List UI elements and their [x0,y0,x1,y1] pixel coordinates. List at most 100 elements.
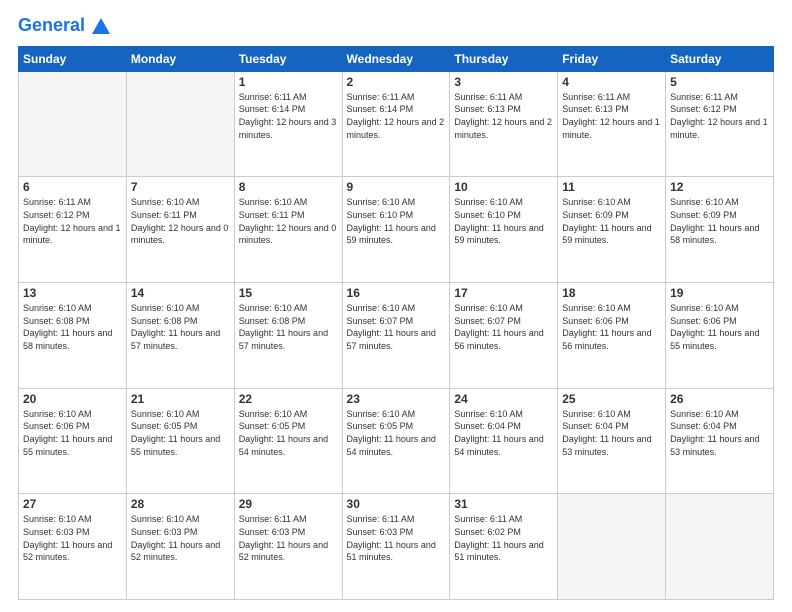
calendar-cell: 19 Sunrise: 6:10 AMSunset: 6:06 PMDayligh… [666,283,774,389]
day-number: 1 [239,75,338,89]
daylight-text: Daylight: 11 hours and 51 minutes. [347,540,436,563]
sunset-text: Sunset: 6:08 PM [239,316,306,326]
daylight-text: Daylight: 12 hours and 3 minutes. [239,117,337,140]
day-info: Sunrise: 6:11 AMSunset: 6:12 PMDaylight:… [670,91,769,141]
day-number: 8 [239,180,338,194]
day-info: Sunrise: 6:10 AMSunset: 6:06 PMDaylight:… [23,408,122,458]
sunrise-text: Sunrise: 6:11 AM [347,514,415,524]
day-number: 31 [454,497,553,511]
calendar-week-5: 27Sunrise: 6:10 AMSunset: 6:03 PMDayligh… [19,494,774,600]
page: General SundayMondayTuesdayWednesdayThur… [0,0,792,612]
sunrise-text: Sunrise: 6:10 AM [454,409,523,419]
calendar-cell: 6Sunrise: 6:11 AMSunset: 6:12 PMDaylight… [19,177,127,283]
sunset-text: Sunset: 6:04 PM [454,421,521,431]
daylight-text: Daylight: 11 hours and 55 minutes. [670,328,759,351]
col-header-tuesday: Tuesday [234,46,342,71]
sunset-text: Sunset: 6:03 PM [131,527,198,537]
day-number: 7 [131,180,230,194]
sunset-text: Sunset: 6:04 PM [670,421,737,431]
calendar-cell: 29 Sunrise: 6:11 AMSunset: 6:03 PMDayligh… [234,494,342,600]
calendar-cell: 15Sunrise: 6:10 AMSunset: 6:08 PMDayligh… [234,283,342,389]
daylight-text: Daylight: 11 hours and 59 minutes. [562,223,651,246]
daylight-text: Daylight: 11 hours and 57 minutes. [347,328,436,351]
day-number: 5 [670,75,769,89]
daylight-text: Daylight: 11 hours and 56 minutes. [454,328,543,351]
day-info: Sunrise: 6:10 AMSunset: 6:04 PMDaylight:… [562,408,661,458]
day-number: 10 [454,180,553,194]
calendar-cell: 20Sunrise: 6:10 AMSunset: 6:06 PMDayligh… [19,388,127,494]
col-header-thursday: Thursday [450,46,558,71]
day-info: Sunrise: 6:10 AMSunset: 6:11 PMDaylight:… [131,196,230,246]
sunrise-text: Sunrise: 6:10 AM [347,197,416,207]
day-number: 18 [562,286,661,300]
day-info: Sunrise: 6:10 AMSunset: 6:11 PMDaylight:… [239,196,338,246]
sunrise-text: Sunrise: 6:10 AM [131,197,200,207]
day-info: Sunrise: 6:10 AMSunset: 6:04 PMDaylight:… [454,408,553,458]
day-info: Sunrise: 6:10 AMSunset: 6:03 PMDaylight:… [23,513,122,563]
day-info: Sunrise: 6:10 AMSunset: 6:06 PMDaylight:… [562,302,661,352]
day-info: Sunrise: 6:10 AM Sunset: 6:08 PM Daylight:… [131,302,230,352]
sunrise-text: Sunrise: 6:10 AM [131,409,200,419]
day-number: 14 [131,286,230,300]
col-header-saturday: Saturday [666,46,774,71]
day-number: 25 [562,392,661,406]
sunrise-text: Sunrise: 6:10 AM [347,409,416,419]
day-info: Sunrise: 6:11 AMSunset: 6:03 PMDaylight:… [239,513,338,563]
sunrise-text: Sunrise: 6:11 AM [239,92,307,102]
day-info: Sunrise: 6:11 AMSunset: 6:13 PMDaylight:… [562,91,661,141]
sunset-text: Sunset: 6:06 PM [23,421,90,431]
sunrise-text: Sunrise: 6:10 AM [23,409,92,419]
sunset-text: Sunset: 6:05 PM [347,421,414,431]
sunrise-text: Sunrise: 6:10 AM [239,303,308,313]
sunrise-text: Sunrise: 6:10 AM [454,303,523,313]
daylight-text: Daylight: 12 hours and 1 minute. [670,117,768,140]
logo: General [18,16,110,36]
calendar-cell: 22Sunrise: 6:10 AMSunset: 6:05 PMDayligh… [234,388,342,494]
day-info: Sunrise: 6:11 AMSunset: 6:12 PMDaylight:… [23,196,122,246]
calendar-cell: 26Sunrise: 6:10 AMSunset: 6:04 PMDayligh… [666,388,774,494]
daylight-text: Daylight: 11 hours and 57 minutes. [239,328,328,351]
sunrise-text: Sunrise: 6:10 AM [131,303,200,313]
sunset-text: Sunset: 6:05 PM [131,421,198,431]
sunset-text: Sunset: 6:05 PM [239,421,306,431]
sunrise-text: Sunrise: 6:10 AM [562,197,631,207]
sunset-text: Sunset: 6:11 PM [239,210,305,220]
day-info: Sunrise: 6:10 AMSunset: 6:08 PMDaylight:… [23,302,122,352]
daylight-text: Daylight: 11 hours and 51 minutes. [454,540,543,563]
sunrise-text: Sunrise: 6:10 AM [347,303,416,313]
sunset-text: Sunset: 6:06 PM [670,316,737,326]
calendar-week-4: 20Sunrise: 6:10 AMSunset: 6:06 PMDayligh… [19,388,774,494]
day-info: Sunrise: 6:10 AMSunset: 6:10 PMDaylight:… [347,196,446,246]
daylight-text: Daylight: 11 hours and 54 minutes. [347,434,436,457]
daylight-text: Daylight: 12 hours and 1 minute. [562,117,660,140]
day-number: 11 [562,180,661,194]
daylight-text: Daylight: 12 hours and 2 minutes. [347,117,445,140]
calendar-cell: 31 Sunrise: 6:11 AM Sunset: 6:02 PM Dayligh… [450,494,558,600]
calendar-cell: 11Sunrise: 6:10 AMSunset: 6:09 PMDayligh… [558,177,666,283]
sunset-text: Sunset: 6:03 PM [23,527,90,537]
day-number: 30 [347,497,446,511]
day-info: Sunrise: 6:11 AMSunset: 6:13 PMDaylight:… [454,91,553,141]
daylight-text: Daylight: 11 hours and 57 minutes. [131,328,220,351]
sunset-text: Sunset: 6:02 PM [454,527,521,537]
calendar-week-1: 1Sunrise: 6:11 AMSunset: 6:14 PMDaylight… [19,71,774,177]
day-number: 23 [347,392,446,406]
calendar-week-2: 6Sunrise: 6:11 AMSunset: 6:12 PMDaylight… [19,177,774,283]
sunrise-text: Sunrise: 6:11 AM [454,514,522,524]
sunset-text: Sunset: 6:07 PM [347,316,414,326]
sunset-text: Sunset: 6:08 PM [131,316,198,326]
day-info: Sunrise: 6:10 AMSunset: 6:06 PMDaylight:… [670,302,769,352]
calendar-cell [666,494,774,600]
calendar-cell: 30 Sunrise: 6:11 AMSunset: 6:03 PMDayligh… [342,494,450,600]
calendar-cell: 25 Sunrise: 6:10 AMSunset: 6:04 PMDayligh… [558,388,666,494]
calendar-cell: 3Sunrise: 6:11 AMSunset: 6:13 PMDaylight… [450,71,558,177]
day-info: Sunrise: 6:10 AMSunset: 6:07 PMDaylight:… [454,302,553,352]
calendar-cell [19,71,127,177]
day-info: Sunrise: 6:11 AMSunset: 6:03 PMDaylight:… [347,513,446,563]
calendar-cell: 16Sunrise: 6:10 AMSunset: 6:07 PMDayligh… [342,283,450,389]
daylight-text: Daylight: 11 hours and 53 minutes. [670,434,759,457]
sunrise-text: Sunrise: 6:10 AM [131,514,200,524]
day-number: 19 [670,286,769,300]
day-number: 12 [670,180,769,194]
day-number: 29 [239,497,338,511]
